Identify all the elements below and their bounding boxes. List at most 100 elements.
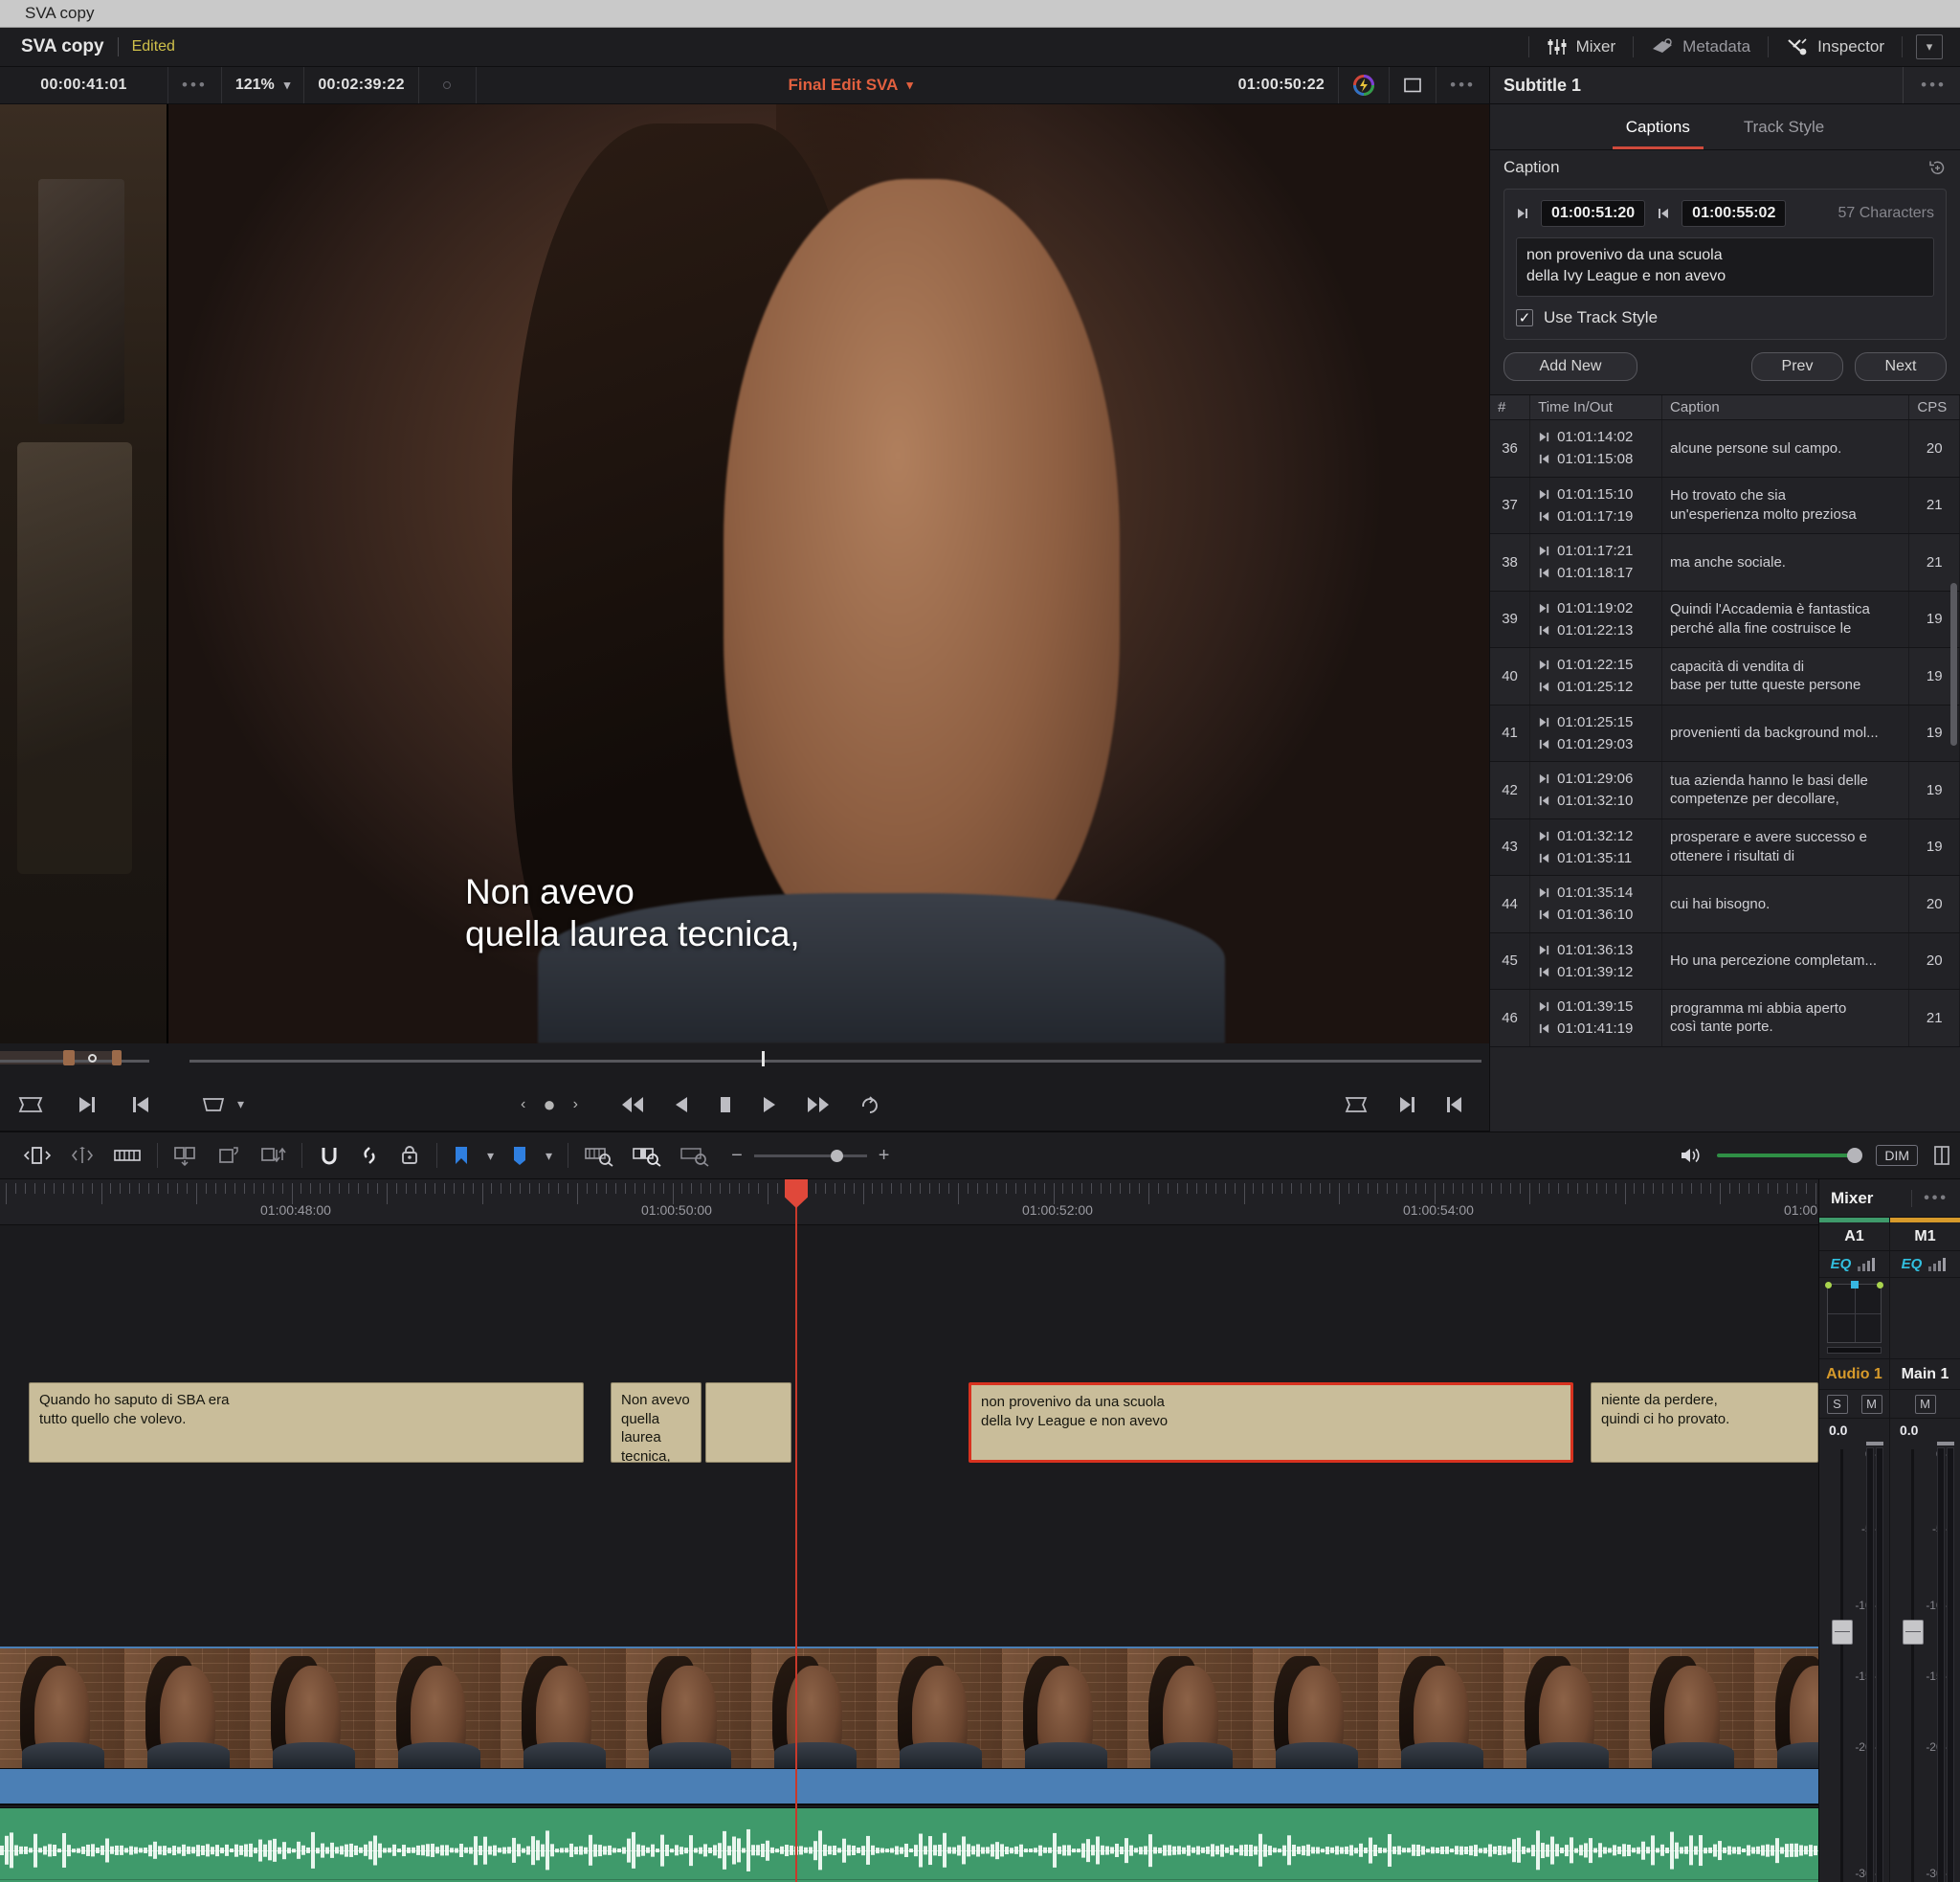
channel-pan-control[interactable]: [1819, 1278, 1889, 1359]
volume-slider[interactable]: [1717, 1154, 1860, 1157]
channel-eq-row[interactable]: EQ: [1890, 1251, 1960, 1278]
jump-to-start-icon[interactable]: [620, 1095, 645, 1114]
audio-track-clip[interactable]: [0, 1807, 1818, 1882]
zoom-out-icon[interactable]: −: [731, 1145, 743, 1167]
pan-width-bar[interactable]: [1827, 1347, 1882, 1354]
table-row[interactable]: 3901:01:19:0201:01:22:13Quindi l'Accadem…: [1490, 591, 1960, 648]
fader-handle[interactable]: [1832, 1620, 1853, 1645]
step-forward-icon[interactable]: ›: [573, 1096, 578, 1113]
channel-fader-area[interactable]: 0.00 --5 --10 --15 --20 --30 -: [1819, 1419, 1889, 1882]
pan-grid[interactable]: [1827, 1284, 1882, 1343]
volume-slider-knob[interactable]: [1847, 1148, 1862, 1163]
replace-clip-icon[interactable]: [259, 1145, 286, 1166]
zoom-custom-icon[interactable]: [679, 1144, 710, 1167]
keyframe-dot-icon[interactable]: ●: [543, 1092, 555, 1117]
table-row[interactable]: 4301:01:32:1201:01:35:11prosperare e ave…: [1490, 818, 1960, 876]
subtitle-clip[interactable]: niente da perdere, quindi ci ho provato.: [1591, 1382, 1818, 1463]
timeline-viewer-scrubber[interactable]: [168, 1043, 1489, 1078]
frame-step-group[interactable]: ‹ ● ›: [521, 1092, 578, 1117]
video-viewer[interactable]: Non avevo quella laurea tecnica,: [0, 104, 1489, 1043]
col-header-caption[interactable]: Caption: [1662, 395, 1909, 420]
table-row[interactable]: 4101:01:25:1501:01:29:03provenienti da b…: [1490, 705, 1960, 762]
zoom-to-fit-icon[interactable]: [584, 1144, 614, 1167]
table-row[interactable]: 3701:01:15:1001:01:17:19Ho trovato che s…: [1490, 477, 1960, 534]
caption-time-in-field[interactable]: 01:00:51:20: [1541, 200, 1645, 227]
chevron-down-icon[interactable]: ▾: [1916, 34, 1943, 59]
mixer-toggle-button[interactable]: Mixer: [1529, 31, 1634, 63]
channel-solo-button[interactable]: S: [1827, 1395, 1848, 1414]
source-scrubber[interactable]: [0, 1043, 168, 1078]
trim-edit-mode-icon[interactable]: [23, 1145, 52, 1166]
prev-edit-icon[interactable]: [1445, 1095, 1464, 1114]
channel-eq-row[interactable]: EQ: [1819, 1251, 1889, 1278]
col-header-time[interactable]: Time In/Out: [1530, 395, 1662, 420]
overwrite-clip-icon[interactable]: [217, 1145, 242, 1166]
play-reverse-icon[interactable]: [674, 1095, 689, 1114]
next-edit-icon[interactable]: [1397, 1095, 1416, 1114]
viewer-marker-slot[interactable]: [419, 67, 477, 103]
play-icon[interactable]: [762, 1095, 777, 1114]
captions-list-scrollbar[interactable]: [1950, 583, 1957, 746]
table-row[interactable]: 4001:01:22:1501:01:25:12capacità di vend…: [1490, 648, 1960, 706]
fader-rail[interactable]: [1911, 1449, 1914, 1882]
zoom-slider-track[interactable]: [754, 1154, 867, 1157]
prev-caption-button[interactable]: Prev: [1751, 352, 1843, 381]
next-caption-button[interactable]: Next: [1855, 352, 1947, 381]
razor-edit-mode-icon[interactable]: [113, 1145, 142, 1166]
fader-handle[interactable]: [1903, 1620, 1924, 1645]
speaker-icon[interactable]: [1679, 1145, 1702, 1166]
zoom-slider-knob[interactable]: [831, 1150, 843, 1162]
video-clip-body[interactable]: [0, 1769, 1818, 1805]
pan-left-handle[interactable]: [1825, 1282, 1832, 1288]
lock-track-icon[interactable]: [398, 1144, 421, 1167]
color-wheel-button[interactable]: [1339, 67, 1390, 103]
viewer-options-button[interactable]: •••: [168, 67, 222, 103]
scrub-marker-in[interactable]: [63, 1050, 75, 1065]
fader-rail[interactable]: [1840, 1449, 1843, 1882]
viewer-mode-selector[interactable]: ▾: [201, 1094, 244, 1115]
tab-track-style[interactable]: Track Style: [1744, 104, 1824, 149]
viewer-playhead-handle[interactable]: [762, 1051, 765, 1066]
timeline-ruler[interactable]: 01:00:48:0001:00:50:0001:00:52:0001:00:5…: [0, 1179, 1818, 1225]
table-row[interactable]: 4401:01:35:1401:01:36:10cui hai bisogno.…: [1490, 876, 1960, 933]
subtitle-clip[interactable]: [705, 1382, 791, 1463]
metadata-toggle-button[interactable]: Metadata: [1634, 31, 1768, 63]
table-row[interactable]: 3801:01:17:2101:01:18:17ma anche sociale…: [1490, 534, 1960, 592]
inspector-options-button[interactable]: •••: [1903, 67, 1947, 103]
timeline-zoom-slider[interactable]: − +: [731, 1145, 889, 1167]
linked-selection-icon[interactable]: [358, 1144, 381, 1167]
channel-mute-button[interactable]: M: [1861, 1395, 1882, 1414]
reset-icon[interactable]: [1928, 159, 1947, 177]
stop-icon[interactable]: [718, 1095, 733, 1114]
col-header-cps[interactable]: CPS: [1909, 395, 1960, 420]
chevron-down-icon[interactable]: ▾: [487, 1148, 494, 1164]
timeline-playhead[interactable]: [795, 1179, 797, 1882]
viewer-zoom-selector[interactable]: 121% ▾: [222, 67, 304, 103]
subtitle-clip[interactable]: Non avevo quella laurea tecnica,: [611, 1382, 702, 1463]
step-back-icon[interactable]: ‹: [521, 1096, 525, 1113]
channel-mute-button[interactable]: M: [1915, 1395, 1936, 1414]
add-new-caption-button[interactable]: Add New: [1503, 352, 1637, 381]
pan-center-handle[interactable]: [1851, 1281, 1859, 1288]
subtitle-clip-selected[interactable]: non provenivo da una scuola della Ivy Le…: [969, 1382, 1573, 1463]
next-edit-icon[interactable]: [77, 1094, 98, 1115]
scrub-marker-out[interactable]: [112, 1050, 122, 1065]
tab-captions[interactable]: Captions: [1626, 104, 1690, 149]
table-row[interactable]: 4601:01:39:1501:01:41:19programma mi abb…: [1490, 990, 1960, 1047]
video-track-clip[interactable]: [0, 1647, 1818, 1769]
panel-layout-icon[interactable]: [1933, 1145, 1950, 1166]
loop-range-icon[interactable]: [17, 1094, 44, 1115]
snapping-icon[interactable]: [318, 1144, 341, 1167]
use-track-style-row[interactable]: ✓ Use Track Style: [1516, 308, 1934, 327]
prev-edit-icon[interactable]: [130, 1094, 151, 1115]
timeline-name-selector[interactable]: Final Edit SVA ▾: [477, 67, 1225, 103]
source-playhead-handle[interactable]: [88, 1054, 97, 1063]
marker-icon[interactable]: [453, 1145, 470, 1166]
caption-text-input[interactable]: non provenivo da una scuola della Ivy Le…: [1516, 237, 1934, 297]
mixer-options-button[interactable]: •••: [1911, 1190, 1949, 1207]
dynamic-trim-mode-icon[interactable]: [69, 1145, 96, 1166]
subtitle-track[interactable]: Quando ho saputo di SBA era tutto quello…: [0, 1382, 1818, 1463]
subtitle-clip[interactable]: Quando ho saputo di SBA era tutto quello…: [29, 1382, 584, 1463]
timeline-tracks-area[interactable]: 01:00:48:0001:00:50:0001:00:52:0001:00:5…: [0, 1179, 1818, 1882]
pan-right-handle[interactable]: [1877, 1282, 1883, 1288]
